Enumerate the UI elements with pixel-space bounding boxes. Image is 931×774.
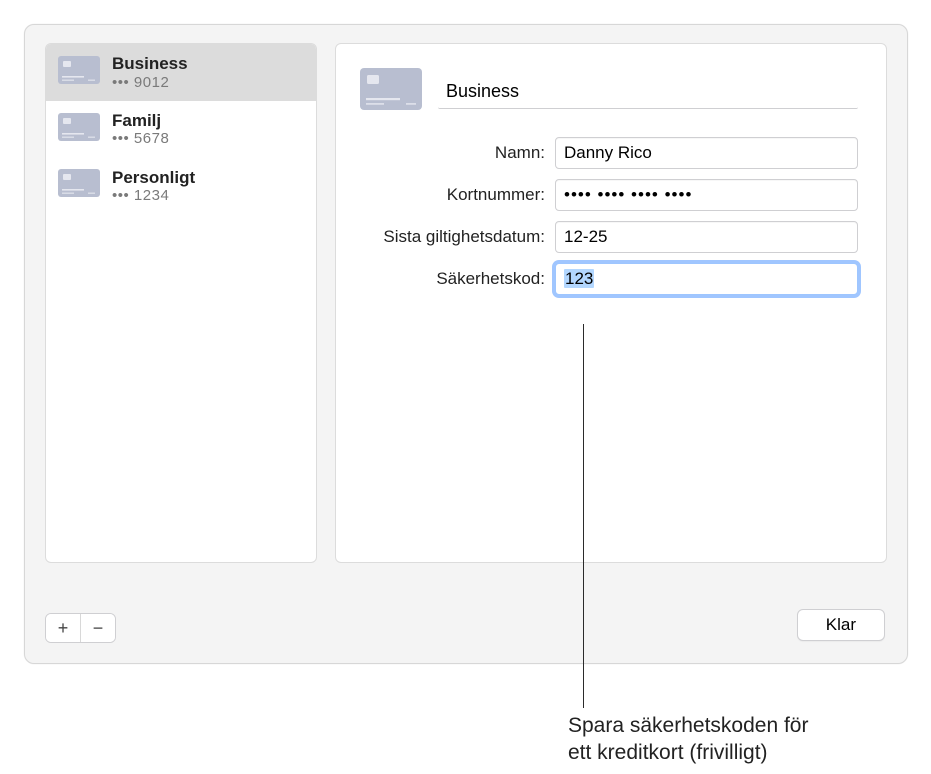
- credit-card-icon: [360, 68, 422, 115]
- card-list-item-text: Personligt ••• 1234: [112, 168, 195, 205]
- card-last4: ••• 1234: [112, 187, 195, 204]
- callout-line1: Spara säkerhetskoden för: [568, 714, 808, 737]
- credit-card-icon: [58, 169, 100, 202]
- field-label-number: Kortnummer:: [360, 185, 555, 205]
- content-row: Business ••• 9012 Familj ••• 567: [45, 43, 887, 563]
- card-nickname-input[interactable]: [438, 75, 858, 109]
- card-number-input[interactable]: [555, 179, 858, 211]
- field-row-cvc: Säkerhetskod: 123: [360, 263, 858, 295]
- add-remove-group: + −: [45, 613, 116, 643]
- cardholder-name-input[interactable]: [555, 137, 858, 169]
- card-title: Business: [112, 54, 188, 74]
- security-code-input[interactable]: 123: [555, 263, 858, 295]
- card-detail-panel: Namn: Kortnummer: Sista giltighetsdatum:…: [335, 43, 887, 563]
- card-title: Familj: [112, 111, 169, 131]
- card-list-item-text: Business ••• 9012: [112, 54, 188, 91]
- list-controls: + −: [45, 613, 116, 643]
- callout-text: Spara säkerhetskoden för ett kreditkort …: [568, 712, 808, 767]
- credit-card-settings-window: Business ••• 9012 Familj ••• 567: [24, 24, 908, 664]
- credit-card-icon: [58, 56, 100, 89]
- field-row-name: Namn:: [360, 137, 858, 169]
- plus-icon: +: [58, 619, 69, 637]
- field-label-name: Namn:: [360, 143, 555, 163]
- detail-header: [360, 68, 858, 115]
- security-code-value: 123: [564, 269, 594, 288]
- card-last4: ••• 9012: [112, 74, 188, 91]
- field-row-number: Kortnummer:: [360, 179, 858, 211]
- card-list-item-personligt[interactable]: Personligt ••• 1234: [46, 158, 316, 215]
- field-label-expiry: Sista giltighetsdatum:: [360, 227, 555, 247]
- add-card-button[interactable]: +: [46, 614, 80, 642]
- card-list: Business ••• 9012 Familj ••• 567: [45, 43, 317, 563]
- card-title: Personligt: [112, 168, 195, 188]
- minus-icon: −: [93, 619, 104, 637]
- card-list-item-business[interactable]: Business ••• 9012: [46, 44, 316, 101]
- field-row-expiry: Sista giltighetsdatum:: [360, 221, 858, 253]
- callout-line: [583, 324, 584, 708]
- done-button[interactable]: Klar: [797, 609, 885, 641]
- card-list-item-text: Familj ••• 5678: [112, 111, 169, 148]
- credit-card-icon: [58, 113, 100, 146]
- field-label-cvc: Säkerhetskod:: [360, 269, 555, 289]
- callout-line2: ett kreditkort (frivilligt): [568, 741, 768, 764]
- card-list-item-familj[interactable]: Familj ••• 5678: [46, 101, 316, 158]
- expiry-input[interactable]: [555, 221, 858, 253]
- remove-card-button[interactable]: −: [81, 614, 115, 642]
- card-last4: ••• 5678: [112, 130, 169, 147]
